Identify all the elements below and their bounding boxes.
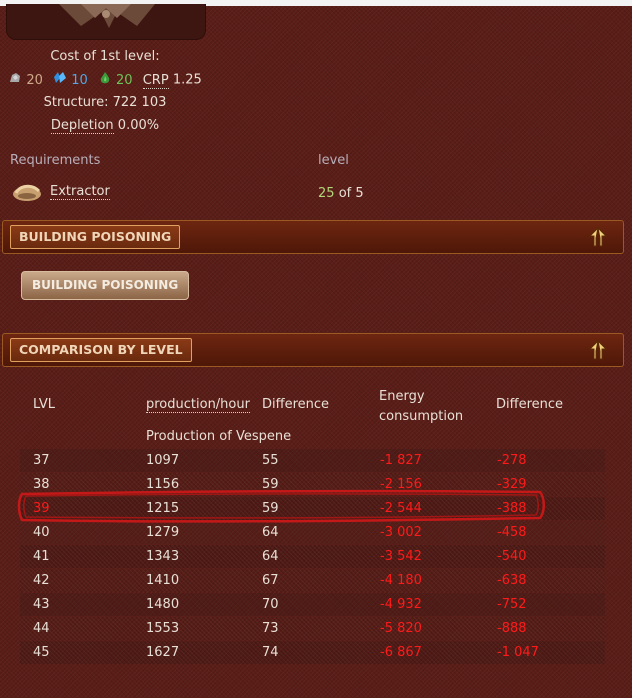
poisoning-section-bar[interactable]: BUILDING POISONING [2, 220, 624, 254]
building-image [59, 4, 155, 28]
gas-cost: 20 [116, 72, 133, 88]
gas-icon [98, 71, 112, 89]
cell-energy-difference: -278 [497, 453, 527, 468]
cell-energy: -6 867 [380, 645, 422, 660]
building-image-frame [6, 4, 206, 40]
cell-energy: -3 542 [380, 549, 422, 564]
col-header-energy-line1: Energy [379, 389, 425, 404]
structure-value: 722 103 [112, 95, 167, 110]
requirements-header: Requirements [10, 153, 101, 168]
cell-lvl: 45 [33, 645, 50, 660]
cell-energy-difference: -888 [497, 621, 527, 636]
collapse-icon[interactable] [587, 339, 609, 361]
cell-lvl: 42 [33, 573, 50, 588]
structure-row: Structure: 722 103 [0, 95, 210, 110]
requirement-level: 25 of 5 [318, 186, 364, 201]
crystal-cost: 10 [71, 72, 88, 88]
table-row: 43 1480 70 -4 932 -752 [20, 593, 605, 616]
cell-lvl: 44 [33, 621, 50, 636]
structure-label: Structure: [43, 95, 109, 110]
requirements-level-header: level [318, 153, 349, 168]
highlight-annotation [17, 489, 545, 523]
cell-production: 1553 [146, 621, 180, 636]
cell-lvl: 37 [33, 453, 50, 468]
cell-difference: 64 [262, 525, 279, 540]
col-header-difference: Difference [262, 397, 330, 412]
table-row: 41 1343 64 -3 542 -540 [20, 545, 605, 568]
comparison-section-bar[interactable]: COMPARISON BY LEVEL [2, 333, 624, 367]
crp-label[interactable]: CRP [142, 72, 169, 89]
col-header-energy-difference: Difference [496, 397, 564, 412]
depletion-value: 0.00% [117, 118, 160, 133]
table-row: 45 1627 74 -6 867 -1 047 [20, 641, 605, 664]
cell-production: 1410 [146, 573, 180, 588]
requirement-level-required: 5 [355, 186, 364, 201]
cell-production: 1343 [146, 549, 180, 564]
cell-lvl: 41 [33, 549, 50, 564]
requirement-extractor[interactable]: Extractor [50, 184, 110, 200]
cell-difference: 70 [262, 597, 279, 612]
requirement-level-current: 25 [318, 186, 335, 201]
requirement-level-sep: of [338, 186, 352, 201]
cell-lvl: 40 [33, 525, 50, 540]
cell-energy-difference: -1 047 [497, 645, 539, 660]
cell-energy: -3 002 [380, 525, 422, 540]
collapse-icon[interactable] [587, 226, 609, 248]
cell-difference: 64 [262, 549, 279, 564]
cell-energy-difference: -752 [497, 597, 527, 612]
crp-value: 1.25 [172, 72, 202, 88]
ore-icon [8, 71, 22, 89]
cell-production: 1480 [146, 597, 180, 612]
cell-energy: -1 827 [380, 453, 422, 468]
building-poisoning-button[interactable]: BUILDING POISONING [21, 271, 190, 300]
poisoning-section-title: BUILDING POISONING [10, 225, 181, 249]
cell-difference: 73 [262, 621, 279, 636]
cell-energy: -5 820 [380, 621, 422, 636]
cell-energy-difference: -540 [497, 549, 527, 564]
cost-title: Cost of 1st level: [50, 49, 160, 64]
table-row: 40 1279 64 -3 002 -458 [20, 521, 605, 544]
cell-difference: 55 [262, 453, 279, 468]
cell-production: 1627 [146, 645, 180, 660]
table-row: 37 1097 55 -1 827 -278 [20, 449, 605, 472]
crystal-icon [53, 71, 67, 89]
depletion-row: Depletion 0.00% [0, 118, 210, 134]
extractor-icon [12, 181, 42, 207]
cell-lvl: 43 [33, 597, 50, 612]
col-header-lvl: LVL [33, 397, 55, 412]
table-subheader: Production of Vespene [146, 429, 292, 444]
col-header-energy-line2: consumption [379, 409, 464, 424]
cell-energy: -4 180 [380, 573, 422, 588]
comparison-section-title: COMPARISON BY LEVEL [10, 338, 192, 362]
cell-energy-difference: -638 [497, 573, 527, 588]
cell-production: 1097 [146, 453, 180, 468]
table-row: 44 1553 73 -5 820 -888 [20, 617, 605, 640]
cell-production: 1279 [146, 525, 180, 540]
cost-row: 20 10 20 CRP 1.25 [0, 71, 210, 89]
col-header-production[interactable]: production/hour [146, 397, 250, 413]
cell-energy: -4 932 [380, 597, 422, 612]
table-row: 42 1410 67 -4 180 -638 [20, 569, 605, 592]
cell-difference: 74 [262, 645, 279, 660]
cell-difference: 67 [262, 573, 279, 588]
requirement-name[interactable]: Extractor [50, 184, 110, 200]
col-header-energy: Energy consumption [379, 387, 463, 427]
depletion-label[interactable]: Depletion [50, 118, 114, 134]
ore-cost: 20 [26, 72, 43, 88]
cell-energy-difference: -458 [497, 525, 527, 540]
